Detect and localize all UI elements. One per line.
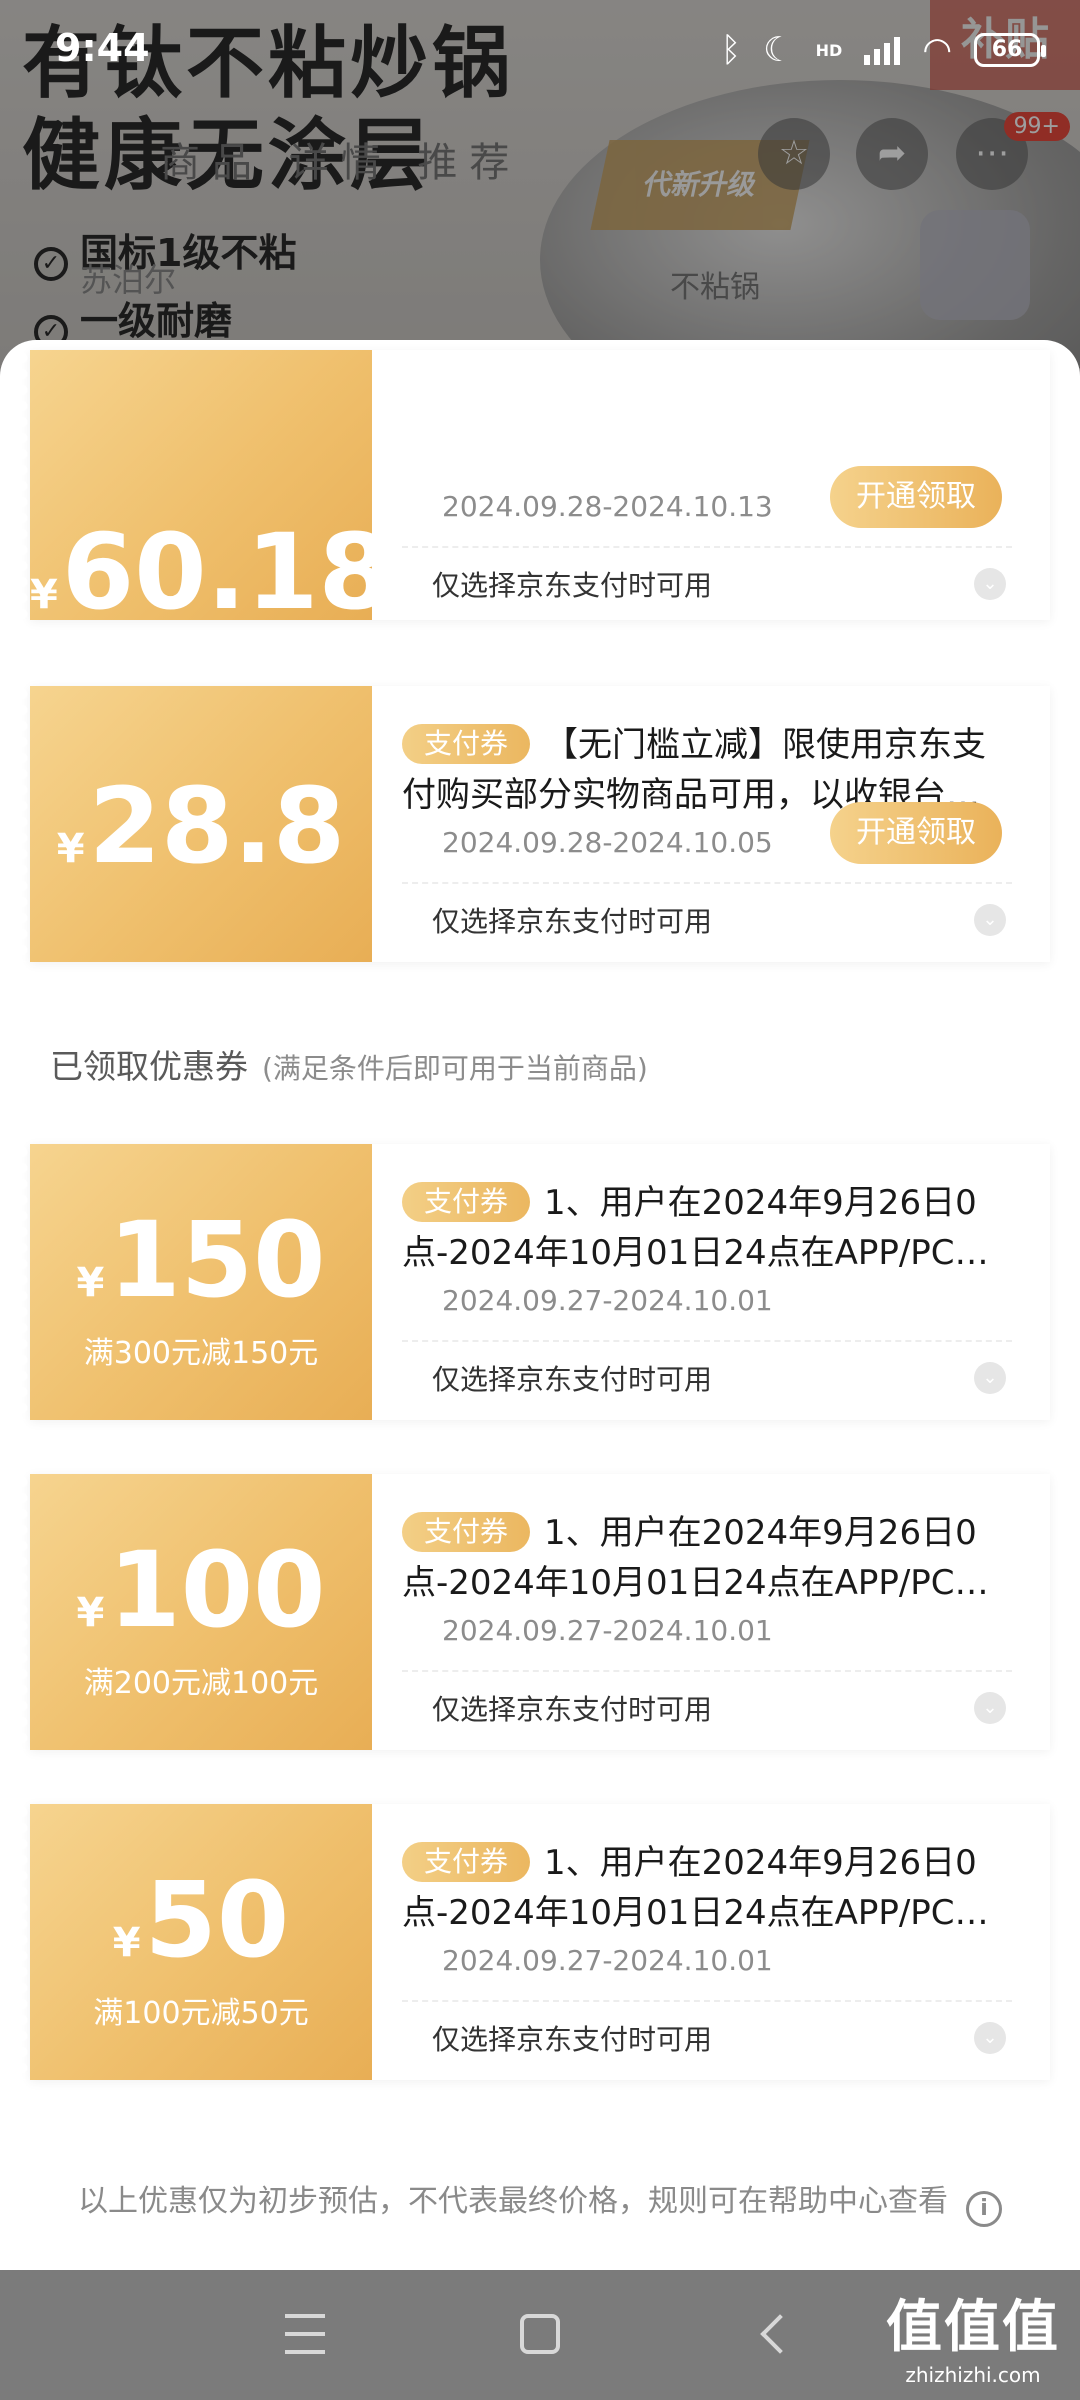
- coupon-card: ¥100 满200元减100元 支付券 1、用户在2024年9月26日0点-202…: [22, 1474, 1050, 1750]
- menu-icon[interactable]: [270, 2300, 340, 2370]
- status-icons: ᛒ ☾ HD ◠ 66: [720, 30, 1046, 70]
- info-icon[interactable]: i: [966, 2191, 1002, 2227]
- chevron-down-icon[interactable]: ⌄: [974, 1692, 1006, 1724]
- coupon-card: ¥150 满300元减150元 支付券 1、用户在2024年9月26日0点-202…: [22, 1144, 1050, 1420]
- coupon-amount: ¥28.8: [56, 765, 346, 887]
- coupon-note: 仅选择京东支付时可用: [432, 2023, 713, 2056]
- coupon-details: 支付券 【无门槛立减】限使用京东支付购买部分实物商品可用，以收银台… 2024.0…: [402, 686, 1032, 962]
- battery-icon: 66: [974, 33, 1046, 67]
- network-label: HD: [815, 40, 843, 60]
- home-icon[interactable]: [505, 2300, 575, 2370]
- bluetooth-icon: ᛒ: [720, 30, 742, 70]
- coupon-note: 仅选择京东支付时可用: [432, 1693, 713, 1726]
- coupon-note: 仅选择京东支付时可用: [432, 905, 713, 938]
- coupon-tag: 支付券: [402, 1182, 531, 1222]
- moon-icon: ☾: [763, 30, 794, 70]
- divider: [402, 882, 1012, 884]
- coupon-description: 支付券 1、用户在2024年9月26日0点-2024年10月01日24点在APP/…: [402, 1512, 977, 1603]
- coupon-description: 支付券 1、用户在2024年9月26日0点-2024年10月01日24点在APP/…: [402, 1182, 977, 1273]
- coupon-description: 支付券 1、用户在2024年9月26日0点-2024年10月01日24点在APP/…: [402, 1842, 977, 1933]
- coupon-tag: 支付券: [402, 724, 531, 764]
- coupon-amount-panel: ¥50 满100元减50元: [22, 1804, 372, 2080]
- coupon-threshold: 满100元减50元: [93, 1996, 309, 2031]
- chevron-down-icon[interactable]: ⌄: [974, 904, 1006, 936]
- coupon-amount-panel: ¥60.18: [22, 350, 391, 624]
- coupon-threshold: 满200元减100元: [83, 1666, 319, 1701]
- claim-button[interactable]: 开通领取: [830, 802, 1002, 864]
- watermark-url: zhizhizhi.com: [905, 2363, 1041, 2387]
- divider: [402, 546, 1012, 548]
- status-time: 9:44: [55, 26, 150, 70]
- coupon-card: ¥50 满100元减50元 支付券 1、用户在2024年9月26日0点-2024年…: [22, 1804, 1050, 2080]
- chevron-down-icon[interactable]: ⌄: [974, 1362, 1006, 1394]
- status-bar: 9:44 ᛒ ☾ HD ◠ 66: [0, 0, 1080, 100]
- discount-sheet: 优惠 ¥60.18 2024.09.28-2024.10.13 开通领取 仅选择…: [0, 340, 1080, 2270]
- system-nav-bar: 值值值 zhizhizhi.com: [0, 2270, 1080, 2400]
- divider: [402, 2000, 1012, 2002]
- divider: [402, 1340, 1012, 1342]
- back-icon[interactable]: [740, 2300, 810, 2370]
- coupon-details: 支付券 1、用户在2024年9月26日0点-2024年10月01日24点在APP/…: [402, 1474, 1032, 1750]
- claim-button[interactable]: 开通领取: [830, 466, 1002, 528]
- coupon-amount: ¥100: [76, 1529, 326, 1651]
- coupon-date: 2024.09.28-2024.10.05: [442, 826, 773, 859]
- coupon-card: ¥28.8 支付券 【无门槛立减】限使用京东支付购买部分实物商品可用，以收银台… …: [22, 686, 1050, 962]
- coupon-amount-panel: ¥150 满300元减150元: [22, 1144, 372, 1420]
- coupon-details: 支付券 1、用户在2024年9月26日0点-2024年10月01日24点在APP/…: [402, 1804, 1032, 2080]
- chevron-down-icon[interactable]: ⌄: [974, 2022, 1006, 2054]
- coupon-amount-panel: ¥100 满200元减100元: [22, 1474, 372, 1750]
- coupon-details: 支付券 1、用户在2024年9月26日0点-2024年10月01日24点在APP/…: [402, 1144, 1032, 1420]
- signal-icon: [864, 35, 901, 65]
- claimed-section-subtitle: (满足条件后即可用于当前商品): [262, 1052, 648, 1085]
- coupon-amount: ¥60.18: [30, 511, 391, 633]
- coupon-tag: 支付券: [402, 1512, 531, 1552]
- coupon-amount: ¥50: [112, 1859, 290, 1981]
- coupon-list[interactable]: ¥60.18 2024.09.28-2024.10.13 开通领取 仅选择京东支…: [0, 350, 1080, 2270]
- coupon-amount-panel: ¥28.8: [22, 686, 372, 962]
- coupon-date: 2024.09.27-2024.10.01: [442, 1614, 773, 1647]
- watermark-logo: 值值值: [886, 2295, 1060, 2360]
- claimed-section-title: 已领取优惠券 (满足条件后即可用于当前商品): [50, 1047, 648, 1086]
- coupon-date: 2024.09.28-2024.10.13: [442, 490, 773, 523]
- coupon-date: 2024.09.27-2024.10.01: [442, 1944, 773, 1977]
- wifi-icon: ◠: [922, 30, 952, 70]
- coupon-tag: 支付券: [402, 1842, 531, 1882]
- coupon-amount: ¥150: [76, 1199, 326, 1321]
- watermark: 值值值 zhizhizhi.com: [886, 2282, 1060, 2387]
- divider: [402, 1670, 1012, 1672]
- coupon-note: 仅选择京东支付时可用: [432, 569, 713, 602]
- coupon-date: 2024.09.27-2024.10.01: [442, 1284, 773, 1317]
- footer-note: 以上优惠仅为初步预估，不代表最终价格，规则可在帮助中心查看 i: [0, 2176, 1080, 2227]
- chevron-down-icon[interactable]: ⌄: [974, 568, 1006, 600]
- coupon-details: 2024.09.28-2024.10.13 开通领取 仅选择京东支付时可用 ⌄: [402, 350, 1032, 626]
- coupon-note: 仅选择京东支付时可用: [432, 1363, 713, 1396]
- coupon-threshold: 满300元减150元: [83, 1336, 319, 1371]
- coupon-card: ¥60.18 2024.09.28-2024.10.13 开通领取 仅选择京东支…: [22, 350, 1050, 624]
